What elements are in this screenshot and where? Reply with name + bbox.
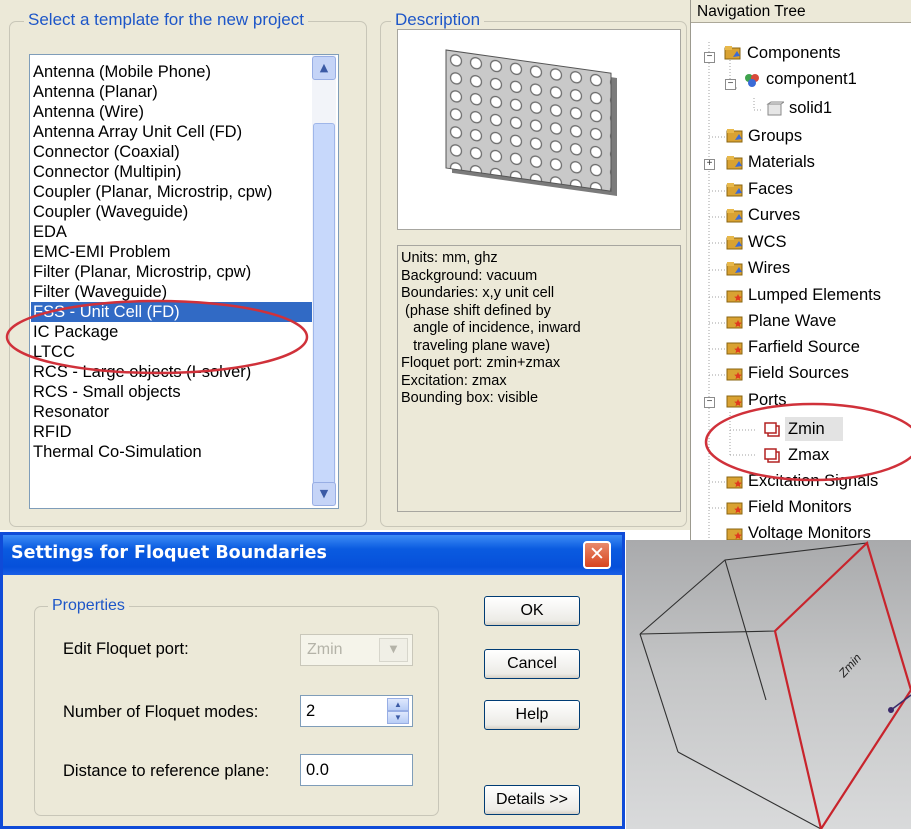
- chevron-down-icon: ▼: [389, 644, 398, 655]
- spin-up-button[interactable]: ▲: [387, 698, 409, 711]
- template-panel: Select a template for the new project An…: [0, 0, 372, 530]
- close-button[interactable]: ✕: [583, 541, 611, 569]
- navigation-tree[interactable]: Navigation Tree − Components − component…: [690, 0, 911, 545]
- chevron-up-icon: ▲: [394, 700, 402, 709]
- template-preview-image: [397, 29, 681, 230]
- axis-indicator: [890, 694, 911, 711]
- ok-button[interactable]: OK: [484, 596, 580, 626]
- edit-floquet-port-label: Edit Floquet port:: [63, 640, 189, 658]
- 3d-viewport[interactable]: Zmin: [626, 540, 911, 832]
- description-line: traveling plane wave): [401, 337, 551, 354]
- description-line: Boundaries: x,y unit cell: [401, 285, 555, 301]
- edit-floquet-port-value: Zmin: [307, 641, 343, 658]
- spin-down-button[interactable]: ▼: [387, 711, 409, 724]
- chevron-down-icon: ▼: [394, 713, 402, 722]
- edit-floquet-port-select[interactable]: Zmin ▼: [300, 634, 413, 666]
- description-group-title: Description: [391, 10, 485, 30]
- description-line: Bounding box: visible: [401, 390, 539, 406]
- description-line: Background: vacuum: [401, 267, 538, 284]
- floquet-modes-value: 2: [306, 702, 316, 720]
- zmin-face-label: Zmin: [835, 651, 864, 681]
- help-button[interactable]: Help: [484, 700, 580, 730]
- properties-group-title: Properties: [48, 596, 129, 616]
- floquet-settings-dialog: Settings for Floquet Boundaries ✕ Proper…: [0, 532, 625, 829]
- selection-annotation-ellipse: [5, 299, 309, 375]
- description-line: angle of incidence, inward: [401, 320, 581, 336]
- dialog-titlebar[interactable]: Settings for Floquet Boundaries ✕: [3, 535, 622, 575]
- description-line: Units: mm, ghz: [401, 250, 498, 266]
- fss-unit-cell-array-icon: [445, 49, 617, 197]
- ports-annotation-ellipse: [704, 402, 911, 482]
- description-line: Excitation: zmax: [401, 372, 507, 389]
- dropdown-button[interactable]: ▼: [379, 638, 408, 662]
- reference-distance-label: Distance to reference plane:: [63, 762, 270, 780]
- reference-distance-input[interactable]: 0.0: [300, 754, 413, 786]
- description-line: (phase shift defined by: [401, 302, 551, 319]
- template-description-text: Units: mm, ghz Background: vacuum Bounda…: [397, 245, 681, 512]
- cancel-button[interactable]: Cancel: [484, 649, 580, 679]
- close-icon: ✕: [589, 543, 605, 565]
- description-line: Floquet port: zmin+zmax: [401, 355, 561, 371]
- floquet-modes-spinner[interactable]: 2 ▲ ▼: [300, 695, 413, 727]
- floquet-modes-label: Number of Floquet modes:: [63, 703, 259, 721]
- unit-cell-wireframe: Zmin: [639, 540, 911, 832]
- dialog-title: Settings for Floquet Boundaries: [11, 543, 327, 563]
- details-button[interactable]: Details >>: [484, 785, 580, 815]
